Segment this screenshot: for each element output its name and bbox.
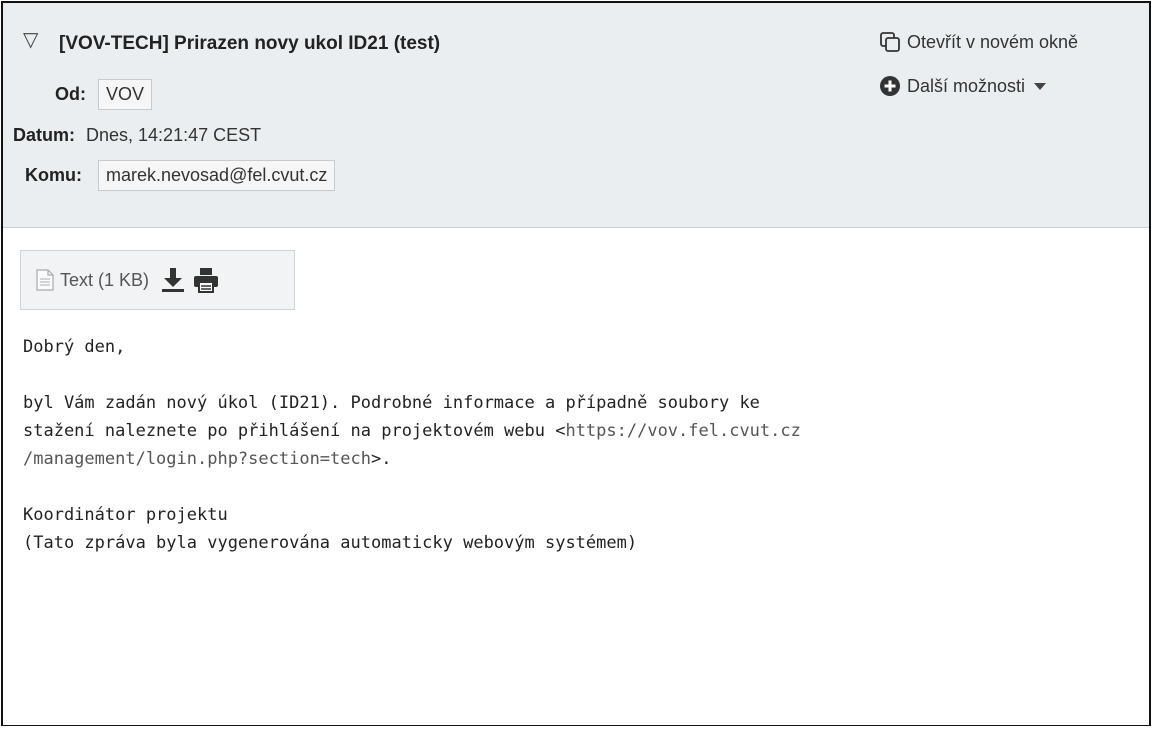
attachment-link[interactable]: Text (1 KB) [60, 270, 149, 291]
open-new-window-button[interactable]: Otevřít v novém okně [879, 31, 1078, 53]
caret-down-icon [1033, 76, 1047, 97]
download-icon[interactable] [161, 267, 185, 293]
from-label: Od: [55, 84, 86, 104]
email-viewer: ▽ [VOV-TECH] Prirazen novy ukol ID21 (te… [1, 1, 1151, 726]
signature-line-1: Koordinátor projektu [23, 505, 228, 525]
email-subject: [VOV-TECH] Prirazen novy ukol ID21 (test… [59, 33, 441, 54]
to-recipient-chip[interactable]: marek.nevosad@fel.cvut.cz [98, 160, 336, 191]
message-line-1: byl Vám zadán nový úkol (ID21). Podrobné… [23, 393, 760, 413]
print-icon[interactable] [193, 267, 219, 293]
email-body: Text (1 KB) Dobrý den, byl Vám zadán nov… [3, 227, 1149, 725]
more-options-label: Další možnosti [907, 75, 1026, 96]
more-options-button[interactable]: Další možnosti [879, 75, 1047, 97]
message-line-2: stažení naleznete po přihlášení na proje… [23, 417, 801, 445]
open-new-window-label: Otevřít v novém okně [907, 31, 1079, 52]
date-label: Datum: [13, 125, 75, 145]
signature-line-2: (Tato zpráva byla vygenerována automatic… [23, 533, 638, 553]
date-value: Dnes, 14:21:47 CEST [86, 125, 262, 145]
message-line-3: /management/login.php?section=tech>. [23, 445, 391, 473]
project-web-link[interactable]: https://vov.fel.cvut.cz [565, 421, 800, 441]
plus-circle-icon [879, 75, 901, 97]
message-line-3-end: >. [371, 449, 392, 469]
from-row: Od: VOV [55, 79, 153, 110]
project-web-link-path[interactable]: /management/login.php?section=tech [23, 449, 371, 469]
email-header: ▽ [VOV-TECH] Prirazen novy ukol ID21 (te… [3, 3, 1149, 228]
date-row: Datum: Dnes, 14:21:47 CEST [13, 125, 261, 146]
to-row: Komu: marek.nevosad@fel.cvut.cz [25, 160, 336, 191]
from-sender-chip[interactable]: VOV [98, 79, 153, 110]
message-line-2-text: stažení naleznete po přihlášení na proje… [23, 421, 566, 441]
attachment-bar: Text (1 KB) [20, 250, 295, 310]
document-icon [36, 269, 54, 291]
message-greeting: Dobrý den, [23, 337, 126, 357]
new-window-icon [879, 31, 901, 53]
to-label: Komu: [25, 165, 82, 185]
collapse-toggle-icon[interactable]: ▽ [23, 30, 38, 50]
